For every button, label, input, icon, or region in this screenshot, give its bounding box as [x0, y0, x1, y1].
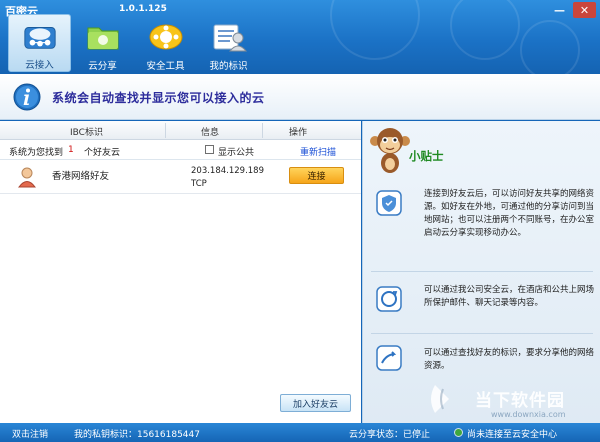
decor-swirl — [330, 0, 420, 60]
decor-swirl — [450, 0, 520, 60]
monkey-mascot-icon — [370, 128, 410, 173]
status-bar: 双击注销 我的私钥标识：15616185447 云分享状态：已停止 尚未连接至云… — [0, 423, 600, 442]
found-prefix: 系统为您找到 — [9, 148, 64, 158]
friend-protocol: TCP — [191, 179, 207, 189]
tab-my-id[interactable]: 我的标识 — [197, 14, 260, 72]
rescan-link[interactable]: 重新扫描 — [300, 145, 336, 158]
friend-ip: 203.184.129.189 — [191, 166, 265, 176]
app-version: 1.0.1.125 — [119, 4, 167, 14]
show-public-checkbox[interactable] — [205, 145, 214, 154]
tips-panel: 小贴士 连接到好友云后，可以访问好友共享的网络资源。如好友在外地，可通过他的分享… — [362, 121, 600, 423]
info-icon — [13, 83, 41, 111]
column-header-action[interactable]: 操作 — [289, 125, 307, 138]
show-public-label[interactable]: 显示公共 — [218, 145, 254, 158]
friend-name: 香港网络好友 — [52, 171, 110, 182]
private-id: 我的私钥标识：15616185447 — [74, 430, 200, 440]
tab-cloud-access[interactable]: 云接入 — [8, 14, 71, 72]
share-hand-icon — [376, 345, 402, 371]
column-divider — [165, 123, 166, 138]
cloud-list-panel: IBC标识 信息 操作 系统为您找到 1 个好友云 显示公共 重新扫描 香港网络… — [0, 121, 361, 423]
tip-divider — [371, 271, 593, 272]
filter-row: 系统为您找到 1 个好友云 显示公共 重新扫描 — [0, 140, 361, 160]
add-friend-cloud-button[interactable]: 加入好友云 — [280, 394, 351, 412]
found-suffix: 个好友云 — [84, 148, 121, 158]
share-status: 云分享状态：已停止 — [349, 430, 431, 440]
tip-text: 可以通过查找好友的标识，要求分享他的网络资源。 — [424, 348, 595, 371]
logout-hint[interactable]: 双击注销 — [12, 427, 48, 440]
banner-message: 系统会自动查找并显示您可以接入的云 — [52, 91, 265, 105]
tip-divider — [371, 333, 593, 334]
tab-cloud-share[interactable]: 云分享 — [71, 14, 134, 72]
watermark-url: www.downxia.com — [491, 410, 566, 419]
window-controls: — ✕ — [548, 2, 596, 18]
column-header-info[interactable]: 信息 — [201, 125, 219, 138]
shield-icon — [376, 190, 402, 216]
table-header: IBC标识 信息 操作 — [0, 121, 361, 140]
decor-swirl — [520, 20, 580, 74]
main-tabs: 云接入 云分享 安全工具 我的标识 — [8, 14, 260, 72]
tip-item: 可以通过查找好友的标识，要求分享他的网络资源。 — [371, 343, 595, 377]
title-header: 百密云 1.0.1.125 — ✕ 云接入 云分享 安全工具 我的标识 — [0, 0, 600, 74]
tip-item: 可以通过我公司安全云，在酒店和公共上网场所保护邮件、聊天记录等内容。 — [371, 281, 595, 331]
column-divider — [262, 123, 263, 138]
tab-label: 我的标识 — [209, 61, 248, 72]
tips-title: 小贴士 — [409, 149, 444, 163]
connect-button[interactable]: 连接 — [289, 167, 344, 184]
tip-text: 可以通过我公司安全云，在酒店和公共上网场所保护邮件、聊天记录等内容。 — [424, 285, 595, 308]
tab-label: 云分享 — [88, 61, 117, 72]
table-row[interactable]: 香港网络好友 203.184.129.189 TCP 连接 — [0, 160, 361, 194]
close-button[interactable]: ✕ — [573, 2, 596, 18]
tip-item: 连接到好友云后，可以访问好友共享的网络资源。如好友在外地，可通过他的分享访问到当… — [371, 186, 595, 266]
found-count: 1 — [68, 145, 74, 155]
user-avatar-icon — [18, 167, 36, 188]
tab-security-tools[interactable]: 安全工具 — [134, 14, 197, 72]
refresh-globe-icon — [376, 286, 402, 312]
minimize-button[interactable]: — — [548, 2, 571, 18]
cloud-network-icon — [23, 27, 56, 49]
watermark-text: 当下软件园 — [475, 391, 565, 411]
column-header-id[interactable]: IBC标识 — [70, 125, 103, 138]
tip-text: 连接到好友云后，可以访问好友共享的网络资源。如好友在外地，可通过他的分享访问到当… — [424, 189, 595, 238]
tab-label: 云接入 — [25, 60, 54, 71]
connection-status: 尚未连接至云安全中心 — [467, 430, 558, 440]
my-id-icon — [213, 24, 247, 52]
tab-label: 安全工具 — [146, 61, 185, 72]
security-tool-icon — [149, 24, 182, 50]
info-banner: 系统会自动查找并显示您可以接入的云 — [0, 74, 600, 120]
connection-status-icon — [454, 428, 463, 437]
folder-share-icon — [87, 27, 118, 50]
